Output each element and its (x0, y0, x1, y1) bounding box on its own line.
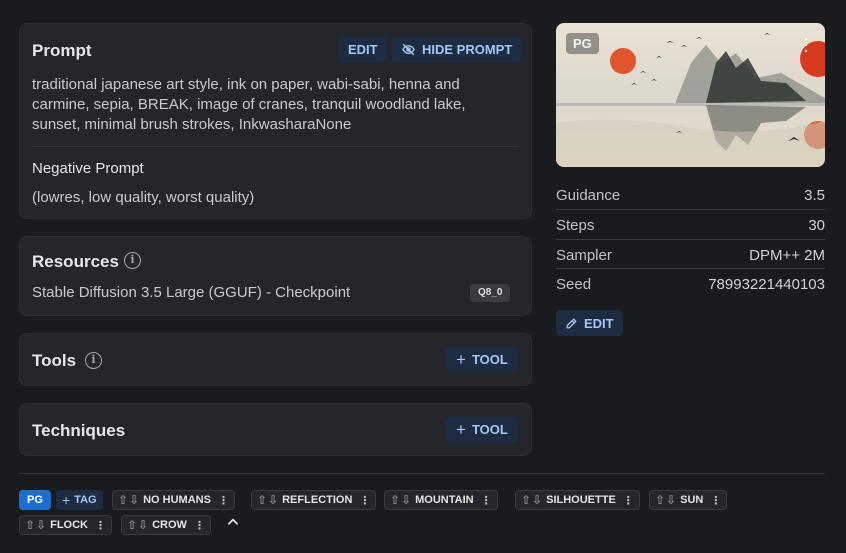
generated-image[interactable]: PG · · · (556, 23, 825, 167)
negative-prompt-text: (lowres, low quality, worst quality) (32, 189, 255, 206)
tag-label: REFLECTION (282, 494, 353, 506)
resource-name[interactable]: Stable Diffusion 3.5 Large (GGUF) - Chec… (32, 284, 350, 301)
meta-value[interactable]: 78993221440103 (708, 276, 825, 293)
vote-arrows-icon[interactable]: ⇧⇩ (25, 518, 47, 532)
techniques-card: Techniques + TOOL (19, 403, 532, 456)
resource-quant-badge: Q8_0 (470, 284, 511, 302)
vote-arrows-icon[interactable]: ⇧⇩ (521, 493, 543, 507)
edit-prompt-label: EDIT (348, 42, 378, 57)
tag-menu-icon[interactable]: ⋮ (218, 494, 229, 507)
meta-value: 3.5 (804, 186, 825, 204)
meta-value: DPM++ 2M (749, 246, 825, 264)
negative-prompt-title: Negative Prompt (32, 160, 144, 177)
add-tool-button[interactable]: + TOOL (446, 347, 518, 372)
tag-flock[interactable]: ⇧⇩ FLOCK ⋮ (19, 515, 112, 535)
tag-no-humans[interactable]: ⇧⇩ NO HUMANS ⋮ (112, 490, 235, 510)
meta-label: Guidance (556, 186, 621, 204)
meta-row-steps: Steps 30 (556, 210, 825, 240)
prompt-title: Prompt (32, 41, 92, 60)
plus-icon: + (456, 420, 466, 439)
info-icon[interactable]: i (124, 252, 141, 269)
add-technique-label: TOOL (471, 422, 508, 437)
tag-label: SILHOUETTE (546, 494, 616, 506)
info-icon[interactable]: i (85, 352, 102, 369)
vote-arrows-icon[interactable]: ⇧⇩ (127, 518, 149, 532)
resources-card: Resources i Stable Diffusion 3.5 Large (… (19, 236, 532, 316)
meta-value: 30 (808, 216, 825, 234)
meta-row-sampler: Sampler DPM++ 2M (556, 240, 825, 270)
tag-sun[interactable]: ⇧⇩ SUN ⋮ (649, 490, 728, 510)
tag-menu-icon[interactable]: ⋮ (194, 519, 205, 532)
tag-menu-icon[interactable]: ⋮ (359, 494, 370, 507)
vote-arrows-icon[interactable]: ⇧⇩ (390, 493, 412, 507)
tag-label: NO HUMANS (143, 494, 211, 506)
rating-tag[interactable]: PG (19, 490, 51, 510)
tag-crow[interactable]: ⇧⇩ CROW ⋮ (121, 515, 211, 535)
plus-icon: + (456, 350, 466, 369)
image-menu-icon[interactable]: · · · (803, 29, 809, 59)
tools-card: Tools i + TOOL (19, 333, 532, 386)
meta-label: Seed (556, 275, 592, 293)
eye-off-icon (401, 42, 416, 57)
edit-generation-button[interactable]: EDIT (556, 310, 623, 336)
plus-icon: + (62, 492, 71, 508)
techniques-title: Techniques (32, 421, 126, 440)
tag-mountain[interactable]: ⇧⇩ MOUNTAIN ⋮ (384, 490, 498, 510)
vote-arrows-icon[interactable]: ⇧⇩ (118, 493, 140, 507)
tag-label: CROW (152, 519, 187, 531)
section-divider (19, 473, 825, 474)
add-tag-label: TAG (74, 494, 97, 506)
vote-arrows-icon[interactable]: ⇧⇩ (655, 493, 677, 507)
meta-row-seed: Seed 78993221440103 (556, 269, 825, 299)
meta-label: Sampler (556, 246, 612, 264)
chevron-up-icon[interactable] (226, 515, 240, 532)
add-technique-button[interactable]: + TOOL (446, 417, 518, 442)
tag-label: SUN (680, 494, 704, 506)
tag-label: MOUNTAIN (415, 494, 474, 506)
prompt-divider (32, 146, 519, 147)
prompt-card: Prompt EDIT HIDE PROMPT traditional japa… (19, 23, 532, 219)
resources-title: Resources (32, 252, 119, 271)
tag-label: FLOCK (50, 519, 88, 531)
prompt-text: traditional japanese art style, ink on p… (32, 76, 466, 133)
meta-row-guidance: Guidance 3.5 (556, 180, 825, 210)
edit-prompt-button[interactable]: EDIT (339, 37, 387, 62)
image-rating-badge: PG (566, 33, 599, 54)
meta-label: Steps (556, 216, 595, 234)
tag-menu-icon[interactable]: ⋮ (95, 519, 106, 532)
hide-prompt-label: HIDE PROMPT (422, 42, 513, 57)
add-tag-button[interactable]: + TAG (56, 490, 103, 510)
add-tool-label: TOOL (471, 352, 508, 367)
pencil-icon (565, 317, 578, 330)
tag-menu-icon[interactable]: ⋮ (710, 494, 721, 507)
tag-silhouette[interactable]: ⇧⇩ SILHOUETTE ⋮ (515, 490, 640, 510)
tag-reflection[interactable]: ⇧⇩ REFLECTION ⋮ (251, 490, 377, 510)
tag-menu-icon[interactable]: ⋮ (481, 494, 492, 507)
tag-menu-icon[interactable]: ⋮ (623, 494, 634, 507)
tools-title: Tools (32, 351, 77, 370)
vote-arrows-icon[interactable]: ⇧⇩ (257, 493, 279, 507)
edit-generation-label: EDIT (584, 315, 614, 331)
hide-prompt-button[interactable]: HIDE PROMPT (392, 37, 522, 62)
